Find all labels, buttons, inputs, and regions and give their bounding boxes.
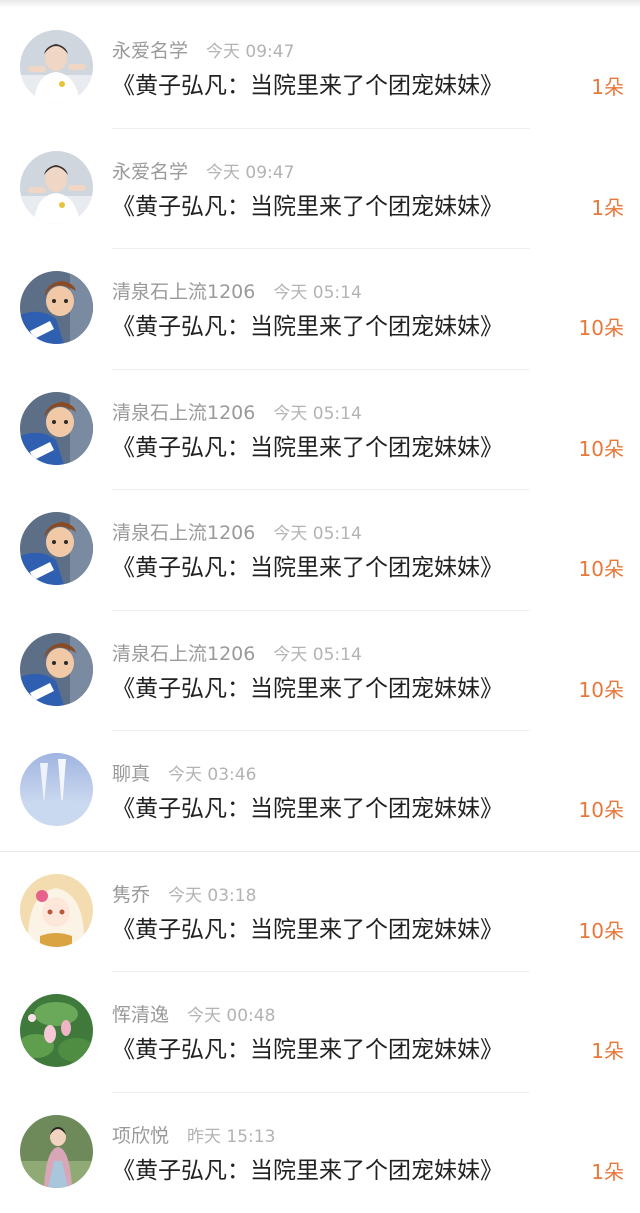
name-line: 清泉石上流1206 今天 05:14 (112, 279, 362, 305)
flower-count: 1朵 (591, 1157, 624, 1187)
name-line: 聊真今天 03:46 (112, 761, 256, 787)
cartoon-prince-avatar[interactable] (20, 392, 93, 465)
user-name[interactable]: 清泉石上流1206 (112, 522, 255, 544)
name-line: 清泉石上流1206 今天 05:14 (112, 641, 362, 667)
timestamp: 今天 05:14 (273, 524, 361, 544)
user-name[interactable]: 永爱名学 (112, 40, 188, 62)
work-title[interactable]: 《黄子弘凡：当院里来了个团宠妹妹》 (112, 1034, 503, 1066)
person-avatar[interactable] (20, 30, 93, 103)
timestamp: 今天 09:47 (206, 163, 294, 183)
work-title[interactable]: 《黄子弘凡：当院里来了个团宠妹妹》 (112, 793, 503, 825)
flower-count: 10朵 (579, 313, 624, 343)
list-item[interactable]: 隽乔今天 03:18 《黄子弘凡：当院里来了个团宠妹妹》 10朵 (0, 852, 640, 973)
work-title[interactable]: 《黄子弘凡：当院里来了个团宠妹妹》 (112, 432, 503, 464)
gift-record-list: 永爱名学今天 09:47 《黄子弘凡：当院里来了个团宠妹妹》 1朵 永爱名学今天… (0, 8, 640, 1213)
name-line: 永爱名学今天 09:47 (112, 159, 294, 185)
user-name[interactable]: 恽清逸 (112, 1004, 169, 1026)
name-line: 清泉石上流1206 今天 05:14 (112, 520, 362, 546)
name-line: 项欣悦昨天 15:13 (112, 1123, 275, 1149)
timestamp: 今天 09:47 (206, 42, 294, 62)
flower-count: 10朵 (579, 434, 624, 464)
flower-count: 10朵 (579, 916, 624, 946)
user-name[interactable]: 项欣悦 (112, 1125, 169, 1147)
user-name[interactable]: 聊真 (112, 763, 150, 785)
user-name[interactable]: 永爱名学 (112, 161, 188, 183)
flower-count: 1朵 (591, 1036, 624, 1066)
list-item[interactable]: 清泉石上流1206 今天 05:14 《黄子弘凡：当院里来了个团宠妹妹》 10朵 (0, 490, 640, 611)
cartoon-prince-avatar[interactable] (20, 271, 93, 344)
list-item[interactable]: 清泉石上流1206 今天 05:14 《黄子弘凡：当院里来了个团宠妹妹》 10朵 (0, 611, 640, 732)
timestamp: 今天 05:14 (273, 645, 361, 665)
work-title[interactable]: 《黄子弘凡：当院里来了个团宠妹妹》 (112, 311, 503, 343)
work-title[interactable]: 《黄子弘凡：当院里来了个团宠妹妹》 (112, 1155, 503, 1187)
cartoon-prince-avatar[interactable] (20, 512, 93, 585)
flower-count: 10朵 (579, 554, 624, 584)
list-item[interactable]: 恽清逸今天 00:48 《黄子弘凡：当院里来了个团宠妹妹》 1朵 (0, 972, 640, 1093)
list-item[interactable]: 永爱名学今天 09:47 《黄子弘凡：当院里来了个团宠妹妹》 1朵 (0, 129, 640, 250)
work-title[interactable]: 《黄子弘凡：当院里来了个团宠妹妹》 (112, 191, 503, 223)
blue-scenery-avatar[interactable] (20, 753, 93, 826)
cartoon-prince-avatar[interactable] (20, 633, 93, 706)
timestamp: 今天 05:14 (273, 283, 361, 303)
user-name[interactable]: 清泉石上流1206 (112, 643, 255, 665)
user-name[interactable]: 清泉石上流1206 (112, 402, 255, 424)
name-line: 恽清逸今天 00:48 (112, 1002, 275, 1028)
lotus-avatar[interactable] (20, 994, 93, 1067)
timestamp: 今天 05:14 (273, 404, 361, 424)
user-name[interactable]: 隽乔 (112, 884, 150, 906)
person-avatar[interactable] (20, 151, 93, 224)
flower-count: 10朵 (579, 795, 624, 825)
flower-count: 1朵 (591, 193, 624, 223)
list-item[interactable]: 永爱名学今天 09:47 《黄子弘凡：当院里来了个团宠妹妹》 1朵 (0, 8, 640, 129)
work-title[interactable]: 《黄子弘凡：当院里来了个团宠妹妹》 (112, 70, 503, 102)
list-item[interactable]: 清泉石上流1206 今天 05:14 《黄子弘凡：当院里来了个团宠妹妹》 10朵 (0, 249, 640, 370)
name-line: 清泉石上流1206 今天 05:14 (112, 400, 362, 426)
timestamp: 今天 00:48 (187, 1006, 275, 1026)
timestamp: 昨天 15:13 (187, 1127, 275, 1147)
top-shadow (0, 0, 640, 8)
list-item[interactable]: 清泉石上流1206 今天 05:14 《黄子弘凡：当院里来了个团宠妹妹》 10朵 (0, 370, 640, 491)
work-title[interactable]: 《黄子弘凡：当院里来了个团宠妹妹》 (112, 552, 503, 584)
work-title[interactable]: 《黄子弘凡：当院里来了个团宠妹妹》 (112, 914, 503, 946)
timestamp: 今天 03:18 (168, 886, 256, 906)
list-item[interactable]: 聊真今天 03:46 《黄子弘凡：当院里来了个团宠妹妹》 10朵 (0, 731, 640, 852)
list-item[interactable]: 项欣悦昨天 15:13 《黄子弘凡：当院里来了个团宠妹妹》 1朵 (0, 1093, 640, 1213)
anime-girl-avatar[interactable] (20, 874, 93, 947)
work-title[interactable]: 《黄子弘凡：当院里来了个团宠妹妹》 (112, 673, 503, 705)
girl-photo-avatar[interactable] (20, 1115, 93, 1188)
flower-count: 10朵 (579, 675, 624, 705)
user-name[interactable]: 清泉石上流1206 (112, 281, 255, 303)
flower-count: 1朵 (591, 72, 624, 102)
name-line: 永爱名学今天 09:47 (112, 38, 294, 64)
timestamp: 今天 03:46 (168, 765, 256, 785)
name-line: 隽乔今天 03:18 (112, 882, 256, 908)
